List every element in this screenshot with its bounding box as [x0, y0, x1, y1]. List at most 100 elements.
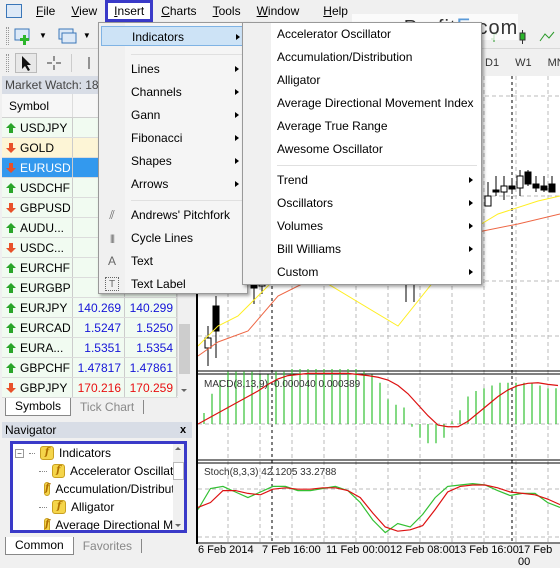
menu-item-cycle-lines[interactable]: Cycle Lines — [131, 228, 243, 248]
submenu-arrow-icon — [236, 34, 240, 40]
scrollbar-thumb[interactable] — [179, 324, 190, 374]
indicator-menu-item[interactable]: Awesome Oscillator — [277, 139, 477, 159]
indicator-menu-item[interactable]: Alligator — [277, 70, 477, 90]
menu-item-andrews-pitchfork[interactable]: Andrews' Pitchfork — [131, 205, 243, 225]
submenu-arrow-icon — [235, 181, 239, 187]
line-chart-icon[interactable] — [538, 28, 556, 46]
navigator-item[interactable]: f Accumulation/Distribution — [13, 480, 184, 498]
navigator-item[interactable]: f Alligator — [13, 498, 184, 516]
tree-node-label: Indicators — [59, 446, 112, 460]
crosshair-button[interactable] — [43, 53, 65, 73]
cursor-arrow-icon — [22, 56, 31, 71]
indicator-submenu-trend[interactable]: Trend — [277, 170, 477, 190]
menu-item-arrows[interactable]: Arrows — [131, 174, 243, 194]
navigator-scrollbar[interactable] — [173, 444, 184, 530]
indicator-menu-item[interactable]: Average Directional Movement Index — [277, 93, 477, 113]
pitchfork-icon: ⫽ — [109, 208, 115, 222]
navigator-close-button[interactable]: x — [180, 422, 186, 438]
crosshair-icon — [47, 56, 61, 70]
menu-item-fibonacci[interactable]: Fibonacci — [131, 128, 243, 148]
toolbar-grip[interactable] — [6, 26, 9, 45]
menu-separator — [277, 165, 477, 166]
column-symbol[interactable]: Symbol — [2, 94, 73, 117]
scroll-down-icon[interactable] — [181, 389, 187, 392]
menu-item-channels[interactable]: Channels — [131, 82, 243, 102]
arrow-up-icon — [6, 302, 16, 313]
symbol-name: USDC... — [20, 240, 65, 255]
menu-item-gann[interactable]: Gann — [131, 105, 243, 125]
toolbar-grip[interactable] — [6, 54, 9, 72]
indicator-menu-item[interactable]: Accelerator Oscillator — [277, 24, 477, 44]
indicator-menu-item[interactable]: Accumulation/Distribution — [277, 47, 477, 67]
indicator-submenu-volumes[interactable]: Volumes — [277, 216, 477, 236]
profiles-button[interactable] — [57, 26, 79, 46]
symbol-name: EURJPY — [20, 300, 68, 315]
vertical-line-button[interactable] — [78, 53, 100, 73]
navigator-item-label: Alligator — [71, 500, 115, 514]
menu-item-label: Bill Williams — [277, 242, 341, 256]
menu-insert[interactable]: Insert — [105, 0, 154, 22]
symbol-cell: EURGBP — [2, 278, 73, 297]
timeframe-d1[interactable]: D1 — [485, 57, 499, 69]
navigator-items: f Accelerator Oscillator f Accumulation/Dis… — [13, 462, 184, 530]
bid-cell: 140.269 — [73, 298, 125, 317]
symbol-row[interactable]: GBPCHF 1.47817 1.47861 — [2, 358, 178, 378]
tree-node-indicators[interactable]: − f Indicators — [13, 444, 184, 462]
candle-body — [484, 195, 492, 207]
time-axis-label: 7 Feb 16:00 — [262, 544, 321, 556]
menu-item-shapes[interactable]: Shapes — [131, 151, 243, 171]
navigator-item[interactable]: f Average Directional Movement Index — [13, 516, 184, 530]
symbol-row[interactable]: EURJPY 140.269 140.299 — [2, 298, 178, 318]
timeframe-mn[interactable]: MN — [548, 57, 560, 69]
menu-charts[interactable]: Charts — [153, 0, 204, 22]
submenu-arrow-icon — [469, 200, 473, 206]
symbol-cell: USDC... — [2, 238, 73, 257]
new-chart-icon — [14, 28, 30, 45]
menu-file[interactable]: File — [28, 0, 63, 22]
menu-item-label: Indicators — [132, 30, 185, 44]
indicator-icon: f — [44, 518, 51, 530]
menu-view[interactable]: View — [63, 0, 105, 22]
scroll-down-icon[interactable] — [175, 524, 181, 527]
symbol-row[interactable]: GBPJPY 170.216 170.259 — [2, 378, 178, 398]
menu-item-label: Awesome Oscillator — [277, 142, 383, 156]
candle-body — [508, 185, 516, 190]
timeframe-w1[interactable]: W1 — [515, 57, 532, 69]
tab-common[interactable]: Common — [5, 537, 74, 555]
collapse-icon[interactable]: − — [15, 448, 24, 458]
menu-item-label: Trend — [277, 173, 308, 187]
indicator-submenu-custom[interactable]: Custom — [277, 262, 477, 282]
menu-help[interactable]: Help — [315, 0, 356, 22]
tab-symbols[interactable]: Symbols — [5, 398, 72, 416]
dropdown-arrow-icon[interactable]: ▼ — [83, 31, 91, 40]
menu-item-label: Accelerator Oscillator — [277, 27, 392, 41]
menu-item-lines[interactable]: Lines — [131, 59, 243, 79]
indicator-menu-item[interactable]: Average True Range — [277, 116, 477, 136]
symbol-name: GBPUSD — [20, 200, 71, 215]
menu-item-text-label[interactable]: Text Label — [131, 274, 243, 294]
navigator-tree: − f Indicators f Accelerator Oscillator f A… — [10, 441, 187, 533]
symbol-cell: USDCHF — [2, 178, 73, 197]
scroll-up-icon[interactable] — [175, 447, 181, 450]
dropdown-arrow-icon[interactable]: ▼ — [39, 31, 47, 40]
cursor-button[interactable] — [15, 53, 37, 73]
candle-body — [548, 183, 556, 193]
scrollbar-thumb[interactable] — [173, 462, 184, 480]
navigator-item-label: Accumulation/Distribution — [55, 482, 187, 496]
menu-tools[interactable]: Tools — [205, 0, 249, 22]
stochastic-pane — [198, 482, 560, 534]
macd-label: MACD(8,13,9) -0.000040 0.000389 — [204, 379, 361, 390]
indicator-submenu-bill-williams[interactable]: Bill Williams — [277, 239, 477, 259]
indicator-icon: f — [44, 482, 51, 496]
tab-favorites[interactable]: Favorites — [74, 539, 143, 553]
menu-item-text[interactable]: Text — [131, 251, 243, 271]
symbol-row[interactable]: EURCAD 1.5247 1.5250 — [2, 318, 178, 338]
tab-tick-chart[interactable]: Tick Chart — [71, 400, 145, 414]
symbol-name: EURGBP — [20, 280, 71, 295]
new-chart-button[interactable] — [13, 26, 35, 46]
menu-window[interactable]: Window — [249, 0, 308, 22]
menu-item-indicators[interactable]: Indicators — [101, 26, 245, 46]
indicator-submenu-oscillators[interactable]: Oscillators — [277, 193, 477, 213]
symbol-row[interactable]: EURA... 1.5351 1.5354 — [2, 338, 178, 358]
navigator-item[interactable]: f Accelerator Oscillator — [13, 462, 184, 480]
